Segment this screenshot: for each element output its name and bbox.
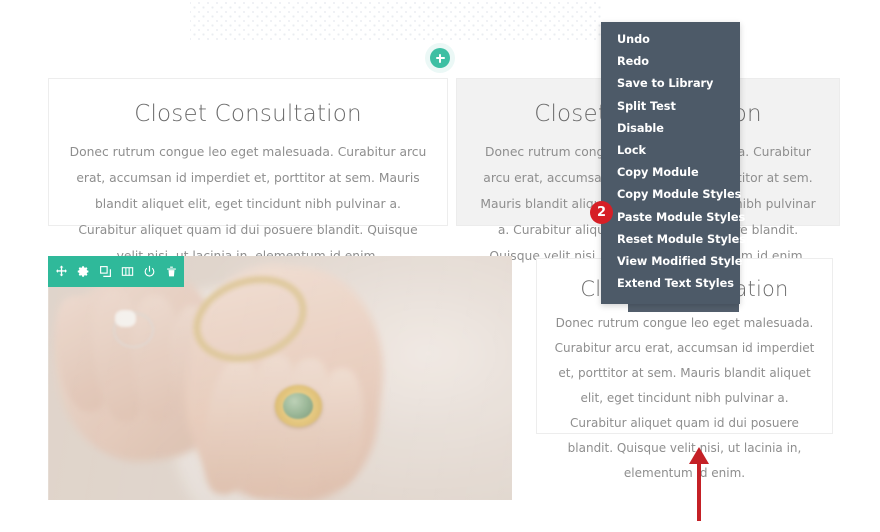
- hands-with-rings-photo: [48, 256, 512, 500]
- menu-item-lock[interactable]: Lock: [601, 140, 740, 162]
- menu-item-disable[interactable]: Disable: [601, 118, 740, 140]
- columns-icon[interactable]: [116, 256, 138, 287]
- menu-item-redo[interactable]: Redo: [601, 51, 740, 73]
- trash-icon[interactable]: [160, 256, 182, 287]
- gear-icon[interactable]: [72, 256, 94, 287]
- power-icon[interactable]: [138, 256, 160, 287]
- menu-item-undo[interactable]: Undo: [601, 29, 740, 51]
- menu-item-paste-module-styles[interactable]: Paste Module Styles: [601, 207, 745, 229]
- text-module-top-left[interactable]: Closet Consultation Donec rutrum congue …: [48, 78, 448, 263]
- menu-item-save-to-library[interactable]: Save to Library: [601, 73, 740, 95]
- annotation-arrow-up: [689, 447, 709, 521]
- menu-item-split-test[interactable]: Split Test: [601, 96, 740, 118]
- menu-item-copy-module[interactable]: Copy Module: [601, 162, 740, 184]
- right-click-context-menu[interactable]: Undo Redo Save to Library Split Test Dis…: [601, 22, 746, 305]
- empty-row-dot-grid: [190, 0, 602, 40]
- menu-item-copy-module-styles[interactable]: Copy Module Styles: [601, 184, 741, 206]
- menu-item-reset-module-styles[interactable]: Reset Module Styles: [601, 229, 746, 251]
- module-hover-toolbar[interactable]: [48, 256, 184, 287]
- step-badge-2: 2: [590, 201, 613, 224]
- module-heading: Closet Consultation: [134, 101, 362, 127]
- move-handle-icon[interactable]: [50, 256, 72, 287]
- image-module[interactable]: [48, 256, 512, 500]
- menu-item-view-modified-style[interactable]: View Modified Style: [601, 251, 742, 273]
- menu-item-extend-text-styles[interactable]: Extend Text Styles: [601, 273, 740, 295]
- duplicate-icon[interactable]: [94, 256, 116, 287]
- builder-canvas: Closet Consultation Donec rutrum congue …: [0, 0, 880, 532]
- module-body: Donec rutrum congue leo eget malesuada. …: [69, 145, 427, 263]
- add-row-button[interactable]: [430, 48, 450, 68]
